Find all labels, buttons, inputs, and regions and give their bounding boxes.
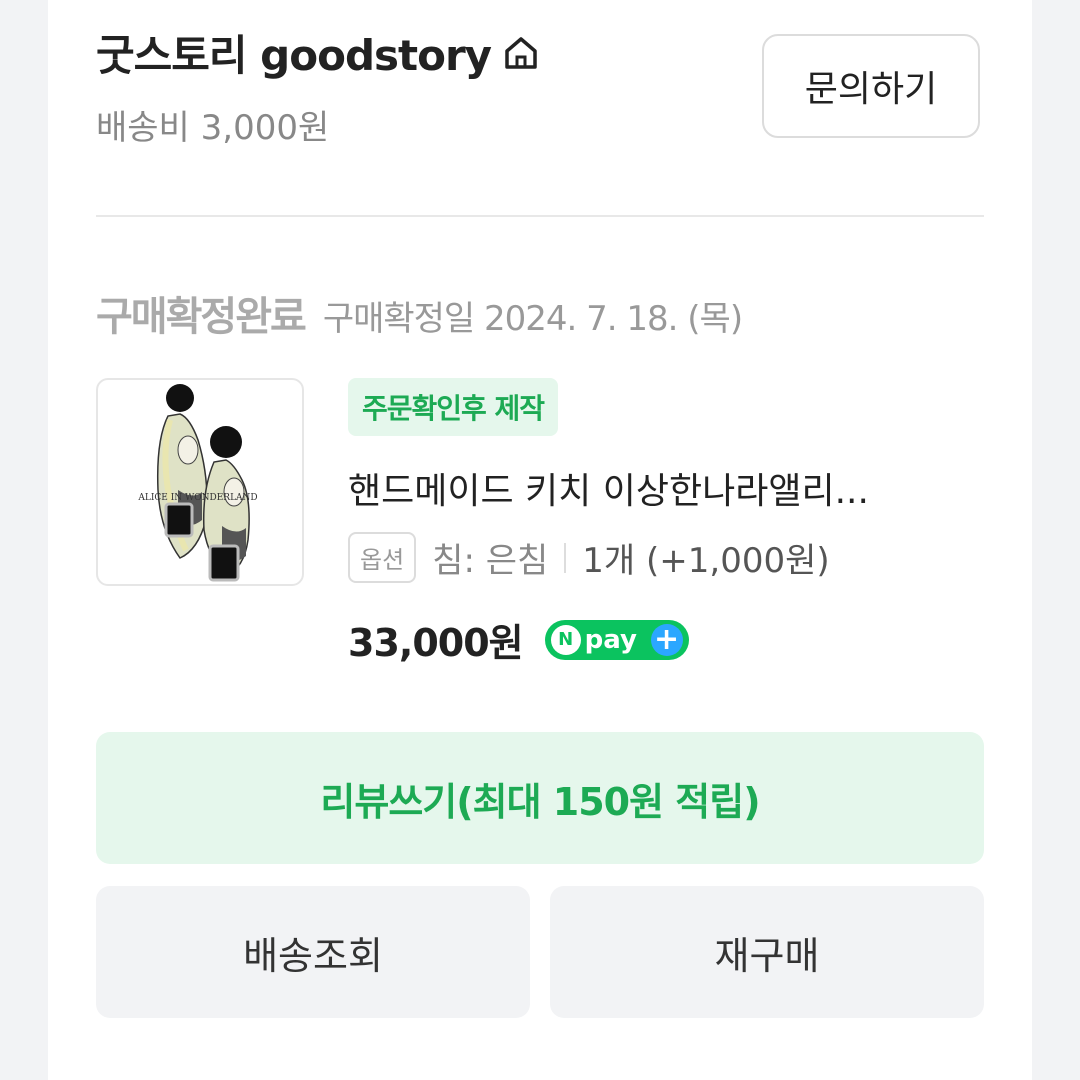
option-tag: 옵션 <box>348 532 417 583</box>
earring-image: ALICE IN WONDERLAND <box>137 384 258 582</box>
option-row: 옵션 침: 은침 1개 (+1,000원) <box>348 532 830 583</box>
confirm-date: 구매확정일 2024. 7. 18. (목) <box>322 299 743 339</box>
inquiry-button[interactable]: 문의하기 <box>762 34 980 138</box>
shipping-fee: 배송비 3,000원 <box>96 108 330 148</box>
order-card: 굿스토리 goodstory 배송비 3,000원 문의하기 구매확정완료 구매… <box>48 0 1032 1080</box>
option-separator <box>564 542 567 573</box>
status-label: 구매확정완료 <box>96 294 307 340</box>
store-name[interactable]: 굿스토리 goodstory <box>96 22 492 83</box>
product-thumbnail[interactable]: ALICE IN WONDERLAND <box>96 378 304 586</box>
order-status-row: 구매확정완료 구매확정일 2024. 7. 18. (목) <box>96 284 743 342</box>
option-value: 침: 은침 <box>432 541 549 581</box>
home-icon[interactable] <box>501 33 541 73</box>
plus-icon: + <box>650 623 683 656</box>
quantity: 1개 (+1,000원) <box>582 541 830 581</box>
divider <box>96 215 984 217</box>
npay-n-icon: N <box>550 624 581 655</box>
track-delivery-button[interactable]: 배송조회 <box>96 886 530 1018</box>
rebuy-button[interactable]: 재구매 <box>550 886 984 1018</box>
product-name[interactable]: 핸드메이드 키치 이상한나라앨리... <box>348 462 978 514</box>
store-header[interactable]: 굿스토리 goodstory <box>96 22 541 83</box>
price-row: 33,000원 N pay + <box>348 612 689 667</box>
npay-label: pay <box>584 624 637 655</box>
made-to-order-badge: 주문확인후 제작 <box>348 378 559 436</box>
write-review-button[interactable]: 리뷰쓰기(최대 150원 적립) <box>96 732 984 864</box>
thumbnail-caption: ALICE IN WONDERLAND <box>137 493 257 503</box>
price: 33,000원 <box>348 621 524 665</box>
npay-plus-badge: N pay + <box>544 619 689 660</box>
